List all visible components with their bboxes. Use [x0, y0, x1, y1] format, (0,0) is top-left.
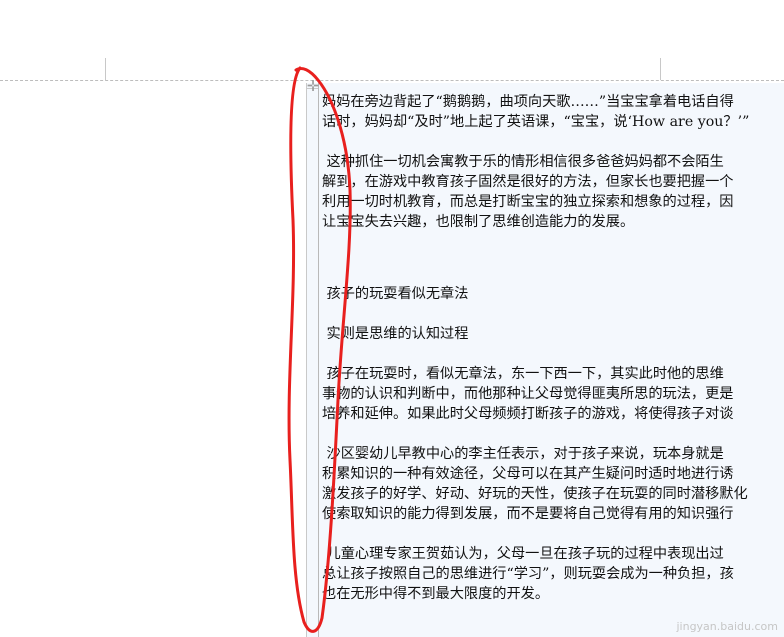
section-heading: 孩子的玩耍看似无章法	[326, 286, 469, 302]
text-line: 话时，妈妈却“及时”地上起了英语课，“宝宝，说‘How are you？’”	[322, 114, 750, 130]
watermark: jingyan.baidu.com	[676, 620, 778, 633]
cell-inner-border	[318, 83, 319, 637]
text-line: 解到，在游戏中教育孩子固然是很好的方法，但家长也要把握一个	[322, 174, 734, 190]
page-boundary-line	[0, 80, 784, 81]
text-line: 使索取知识的能力得到发展，而不是要将自己觉得有用的知识强行	[322, 506, 734, 522]
text-line: 这种抓住一切机会寓教于乐的情形相信很多爸爸妈妈都不会陌生	[326, 154, 724, 170]
text-line: 利用一切时机教育，而总是打断宝宝的独立探索和想象的过程，因	[322, 194, 734, 210]
text-line: 激发孩子的好学、好动、好玩的天性，使孩子在玩耍的同时潜移默化	[322, 486, 748, 502]
text-line: 妈妈在旁边背起了“鹅鹅鹅，曲项向天歌……”当宝宝拿着电话自得	[322, 94, 734, 110]
section-heading: 实则是思维的认知过程	[326, 326, 469, 342]
text-line: 积累知识的一种有效途径，父母可以在其产生疑问时适时地进行诱	[322, 466, 734, 482]
text-line: 沙区婴幼儿早教中心的李主任表示，对于孩子来说，玩本身就是	[326, 446, 724, 462]
text-line: 儿童心理专家王贺茹认为，父母一旦在孩子玩的过程中表现出过	[326, 546, 724, 562]
text-line: 也在无形中得不到最大限度的开发。	[322, 586, 550, 602]
text-line: 事物的认识和判断中，而他那种让父母觉得匪夷所思的玩法，更是	[322, 386, 734, 402]
ruler-tick-right	[660, 58, 661, 80]
text-line: 总让孩子按照自己的思维进行“学习”，则玩耍会成为一种负担，孩	[322, 566, 734, 582]
text-line: 孩子在玩耍时，看似无章法，东一下西一下，其实此时他的思维	[326, 366, 724, 382]
ruler-area	[0, 0, 784, 82]
text-line: 培养和延伸。如果此时父母频频打断孩子的游戏，将使得孩子对谈	[322, 406, 734, 422]
table-move-handle-icon[interactable]: ✛	[305, 78, 321, 94]
ruler-tick-left	[105, 58, 106, 80]
text-line: 让宝宝失去兴趣，也限制了思维创造能力的发展。	[322, 214, 635, 230]
document-text[interactable]: 妈妈在旁边背起了“鹅鹅鹅，曲项向天歌……”当宝宝拿着电话自得 话时，妈妈却“及时…	[322, 92, 784, 604]
